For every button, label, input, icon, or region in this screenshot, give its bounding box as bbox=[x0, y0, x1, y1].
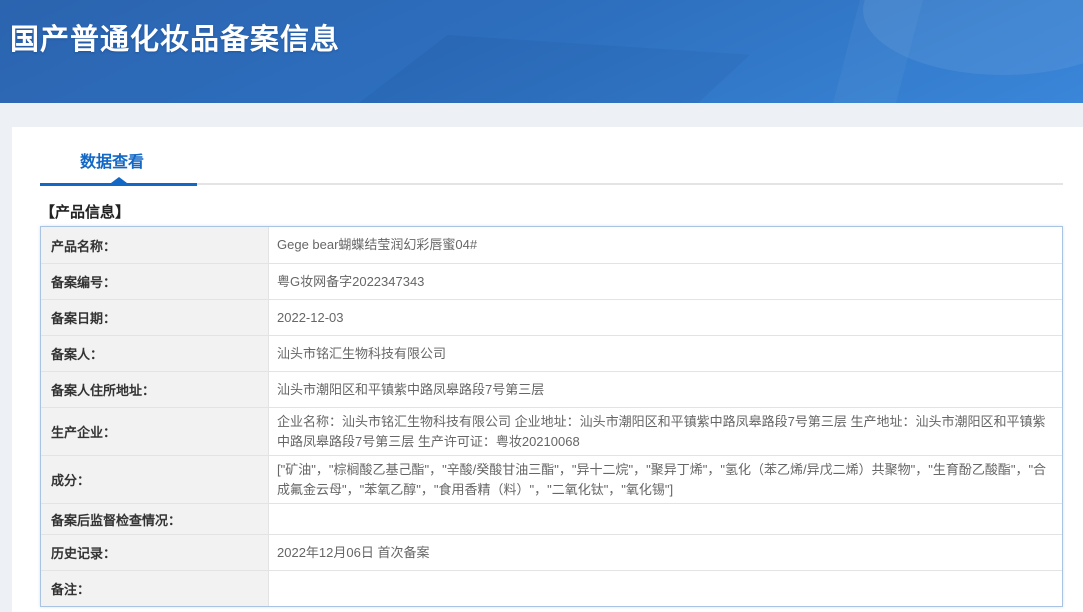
field-label: 备案编号： bbox=[41, 264, 269, 299]
field-value: ["矿油"，"棕榈酸乙基己酯"，"辛酸/癸酸甘油三酯"，"异十二烷"，"聚异丁烯… bbox=[269, 456, 1062, 503]
field-label: 历史记录： bbox=[41, 535, 269, 570]
field-label: 产品名称： bbox=[41, 227, 269, 263]
section-title-product-info: 【产品信息】 bbox=[40, 201, 130, 222]
tab-divider-line bbox=[197, 183, 1063, 185]
table-row: 备案日期：2022-12-03 bbox=[41, 299, 1062, 335]
field-label: 备案人： bbox=[41, 336, 269, 371]
active-tab-arrow-icon bbox=[111, 177, 127, 183]
field-value: 2022年12月06日 首次备案 bbox=[269, 535, 1062, 570]
field-label: 备案人住所地址： bbox=[41, 372, 269, 407]
table-row: 备案编号：粤G妆网备字2022347343 bbox=[41, 263, 1062, 299]
table-row: 成分：["矿油"，"棕榈酸乙基己酯"，"辛酸/癸酸甘油三酯"，"异十二烷"，"聚… bbox=[41, 455, 1062, 503]
tab-underline bbox=[40, 183, 1063, 190]
table-row: 备案人住所地址：汕头市潮阳区和平镇紫中路凤皋路段7号第三层 bbox=[41, 371, 1062, 407]
field-value bbox=[269, 504, 1062, 534]
tab-data-view[interactable]: 数据查看 bbox=[80, 148, 144, 172]
field-label: 备案后监督检查情况： bbox=[41, 504, 269, 534]
table-row: 生产企业：企业名称：汕头市铭汇生物科技有限公司 企业地址：汕头市潮阳区和平镇紫中… bbox=[41, 407, 1062, 455]
field-value: 汕头市铭汇生物科技有限公司 bbox=[269, 336, 1062, 371]
content-card: 数据查看 【产品信息】 产品名称：Gege bear蝴蝶结莹润幻彩唇蜜04#备案… bbox=[12, 127, 1083, 612]
field-value: 2022-12-03 bbox=[269, 300, 1062, 335]
active-tab-indicator bbox=[40, 183, 197, 186]
field-value: 企业名称：汕头市铭汇生物科技有限公司 企业地址：汕头市潮阳区和平镇紫中路凤皋路段… bbox=[269, 408, 1062, 455]
table-row: 产品名称：Gege bear蝴蝶结莹润幻彩唇蜜04# bbox=[41, 227, 1062, 263]
table-row: 备案人：汕头市铭汇生物科技有限公司 bbox=[41, 335, 1062, 371]
field-value: Gege bear蝴蝶结莹润幻彩唇蜜04# bbox=[269, 227, 1062, 263]
field-value: 汕头市潮阳区和平镇紫中路凤皋路段7号第三层 bbox=[269, 372, 1062, 407]
field-label: 备案日期： bbox=[41, 300, 269, 335]
field-label: 成分： bbox=[41, 456, 269, 503]
field-value: 粤G妆网备字2022347343 bbox=[269, 264, 1062, 299]
table-row: 备注： bbox=[41, 570, 1062, 606]
product-info-table: 产品名称：Gege bear蝴蝶结莹润幻彩唇蜜04#备案编号：粤G妆网备字202… bbox=[40, 226, 1063, 607]
table-row: 历史记录：2022年12月06日 首次备案 bbox=[41, 534, 1062, 570]
page-banner: 国产普通化妆品备案信息 bbox=[0, 0, 1083, 103]
table-row: 备案后监督检查情况： bbox=[41, 503, 1062, 534]
field-label: 生产企业： bbox=[41, 408, 269, 455]
field-value bbox=[269, 571, 1062, 606]
field-label: 备注： bbox=[41, 571, 269, 606]
banner-decoration-polygon bbox=[330, 35, 750, 103]
page-title: 国产普通化妆品备案信息 bbox=[10, 16, 340, 58]
page: { "banner": { "title": "国产普通化妆品备案信息" }, … bbox=[0, 0, 1083, 612]
